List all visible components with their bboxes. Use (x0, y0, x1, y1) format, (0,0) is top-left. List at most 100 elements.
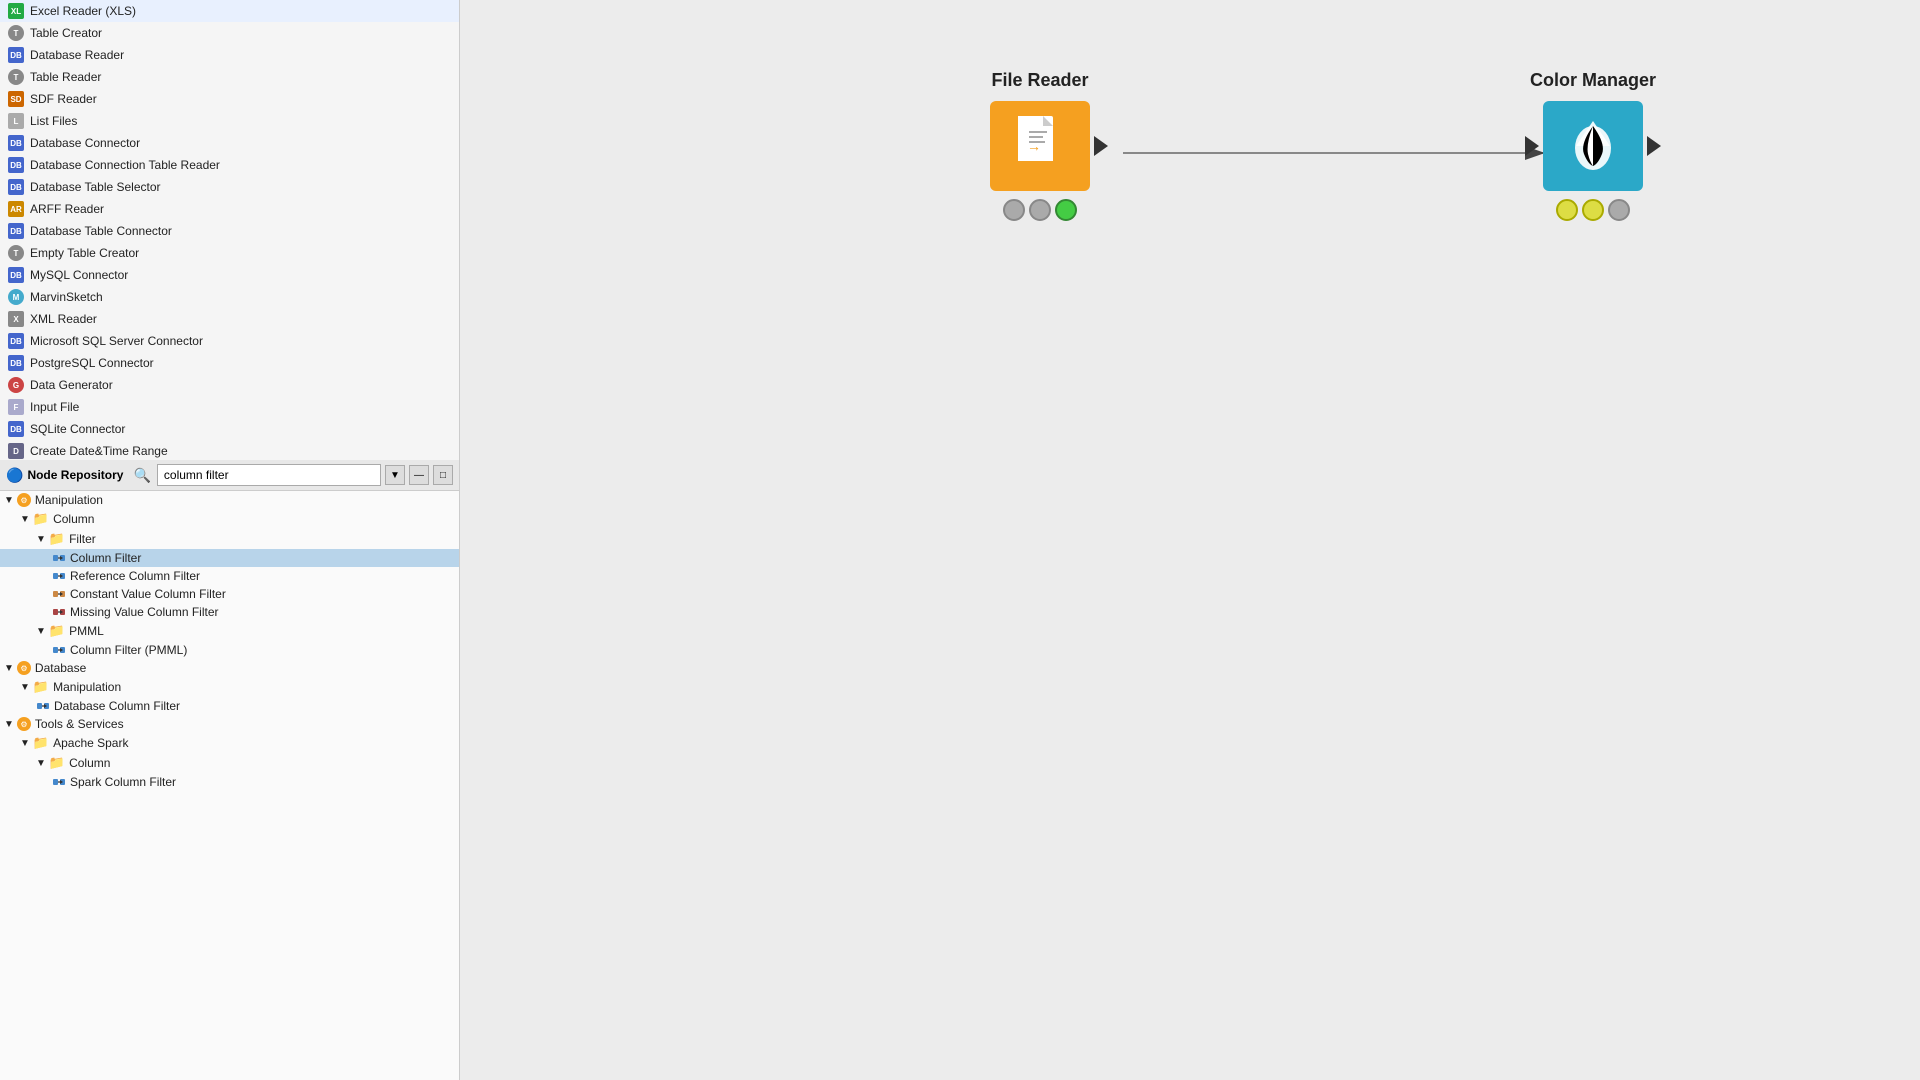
tree-item[interactable]: Column Filter (0, 549, 459, 567)
node-item-label: Empty Table Creator (30, 246, 139, 260)
node-type-icon (52, 643, 66, 657)
file-reader-icon: → (1013, 116, 1068, 176)
top-list-item[interactable]: TTable Creator (0, 22, 459, 44)
top-list-item[interactable]: L List Files (0, 110, 459, 132)
port-3[interactable] (1055, 199, 1077, 221)
tree-item[interactable]: ▼ 📁 PMML (0, 621, 459, 641)
tree-item[interactable]: Reference Column Filter (0, 567, 459, 585)
tree-item[interactable]: ▼ 📁 Manipulation (0, 677, 459, 697)
node-icon: DB (8, 47, 24, 63)
node-item-label: Table Creator (30, 26, 102, 40)
tree-expand-arrow: ▼ (36, 626, 46, 637)
top-list-item[interactable]: DBMySQL Connector (0, 264, 459, 286)
tree-expand-arrow: ▼ (36, 758, 46, 769)
node-list: XLExcel Reader (XLS)TTable CreatorDBData… (0, 0, 459, 460)
node-item-label: MySQL Connector (30, 268, 128, 282)
top-list-item[interactable]: DBDatabase Table Selector (0, 176, 459, 198)
folder-icon: 📁 (33, 679, 49, 695)
top-list-item[interactable]: MMarvinSketch (0, 286, 459, 308)
top-list-item[interactable]: DBPostgreSQL Connector (0, 352, 459, 374)
node-item-label: Database Reader (30, 48, 124, 62)
color-manager-title: Color Manager (1530, 70, 1656, 91)
port-2[interactable] (1029, 199, 1051, 221)
color-manager-node[interactable]: Color Manager (1530, 70, 1656, 221)
tree-item-label: Column Filter (70, 551, 141, 565)
tree-item-label: Manipulation (35, 493, 103, 507)
top-list-item[interactable]: DB Database Connector (0, 132, 459, 154)
node-icon: F (8, 399, 24, 415)
tree-item-label: Tools & Services (35, 717, 124, 731)
file-reader-node[interactable]: File Reader → (990, 70, 1090, 221)
top-list-item[interactable]: T Empty Table Creator (0, 242, 459, 264)
node-item-label: Database Connector (30, 136, 140, 150)
cm-port-1[interactable] (1556, 199, 1578, 221)
folder-icon: 📁 (49, 623, 65, 639)
node-item-label: SQLite Connector (30, 422, 125, 436)
folder-icon: 📁 (33, 735, 49, 751)
node-list-container: XLExcel Reader (XLS)TTable CreatorDBData… (0, 0, 459, 460)
node-item-label: SDF Reader (30, 92, 97, 106)
node-item-label: Database Connection Table Reader (30, 158, 220, 172)
node-icon: DB (8, 135, 24, 151)
top-list-item[interactable]: GData Generator (0, 374, 459, 396)
node-icon: AR (8, 201, 24, 217)
cm-port-2[interactable] (1582, 199, 1604, 221)
top-list-item[interactable]: XLExcel Reader (XLS) (0, 0, 459, 22)
file-reader-out-port[interactable] (1094, 136, 1108, 156)
tree-item-label: Reference Column Filter (70, 569, 200, 583)
expand-btn[interactable]: □ (433, 465, 453, 485)
node-icon: T (8, 245, 24, 261)
node-icon: DB (8, 179, 24, 195)
top-list-item[interactable]: SDSDF Reader (0, 88, 459, 110)
node-item-label: MarvinSketch (30, 290, 103, 304)
tree-item[interactable]: Column Filter (PMML) (0, 641, 459, 659)
color-manager-out-port[interactable] (1647, 136, 1661, 156)
tree-expand-arrow: ▼ (36, 534, 46, 545)
collapse-btn[interactable]: — (409, 465, 429, 485)
node-icon: T (8, 69, 24, 85)
filter-btn[interactable]: ▼ (385, 465, 405, 485)
node-type-icon (52, 587, 66, 601)
left-panel: XLExcel Reader (XLS)TTable CreatorDBData… (0, 0, 460, 1080)
node-item-label: XML Reader (30, 312, 97, 326)
tree-item[interactable]: ▼ 📁 Column (0, 753, 459, 773)
top-list-item[interactable]: DB Database Reader (0, 44, 459, 66)
node-icon: L (8, 113, 24, 129)
tree-item[interactable]: ▼ ⚙ Database (0, 659, 459, 677)
tree-item-label: Database (35, 661, 86, 675)
tree-item[interactable]: Constant Value Column Filter (0, 585, 459, 603)
repo-label: Node Repository (27, 468, 123, 482)
file-reader-box[interactable]: → (990, 101, 1090, 191)
cm-port-3[interactable] (1608, 199, 1630, 221)
tree-item[interactable]: Database Column Filter (0, 697, 459, 715)
top-list-item[interactable]: DB Database Connection Table Reader (0, 154, 459, 176)
tree-item[interactable]: ▼ ⚙ Manipulation (0, 491, 459, 509)
tree-item-label: Missing Value Column Filter (70, 605, 219, 619)
tree-item[interactable]: ▼ 📁 Column (0, 509, 459, 529)
tree-item[interactable]: ▼ 📁 Apache Spark (0, 733, 459, 753)
top-list-item[interactable]: TTable Reader (0, 66, 459, 88)
root-icon: ⚙ (17, 661, 31, 675)
node-icon: DB (8, 157, 24, 173)
color-manager-box[interactable] (1543, 101, 1643, 191)
tree-item[interactable]: ▼ 📁 Filter (0, 529, 459, 549)
node-item-label: List Files (30, 114, 77, 128)
search-input[interactable] (157, 464, 381, 486)
node-type-icon (52, 605, 66, 619)
top-list-item[interactable]: DBSQLite Connector (0, 418, 459, 440)
top-list-item[interactable]: XXML Reader (0, 308, 459, 330)
top-list-item[interactable]: DCreate Date&Time Range (0, 440, 459, 460)
file-reader-title: File Reader (991, 70, 1088, 91)
tree-item-label: Filter (69, 532, 96, 546)
port-1[interactable] (1003, 199, 1025, 221)
top-list-item[interactable]: ARARFF Reader (0, 198, 459, 220)
tree-item[interactable]: Missing Value Column Filter (0, 603, 459, 621)
color-manager-in-port[interactable] (1525, 136, 1539, 156)
tree-item-label: Column (53, 512, 94, 526)
tree-item[interactable]: Spark Column Filter (0, 773, 459, 791)
top-list-item[interactable]: DBDatabase Table Connector (0, 220, 459, 242)
top-list-item[interactable]: FInput File (0, 396, 459, 418)
tree-item[interactable]: ▼ ⚙ Tools & Services (0, 715, 459, 733)
top-list-item[interactable]: DBMicrosoft SQL Server Connector (0, 330, 459, 352)
node-item-label: Database Table Connector (30, 224, 172, 238)
